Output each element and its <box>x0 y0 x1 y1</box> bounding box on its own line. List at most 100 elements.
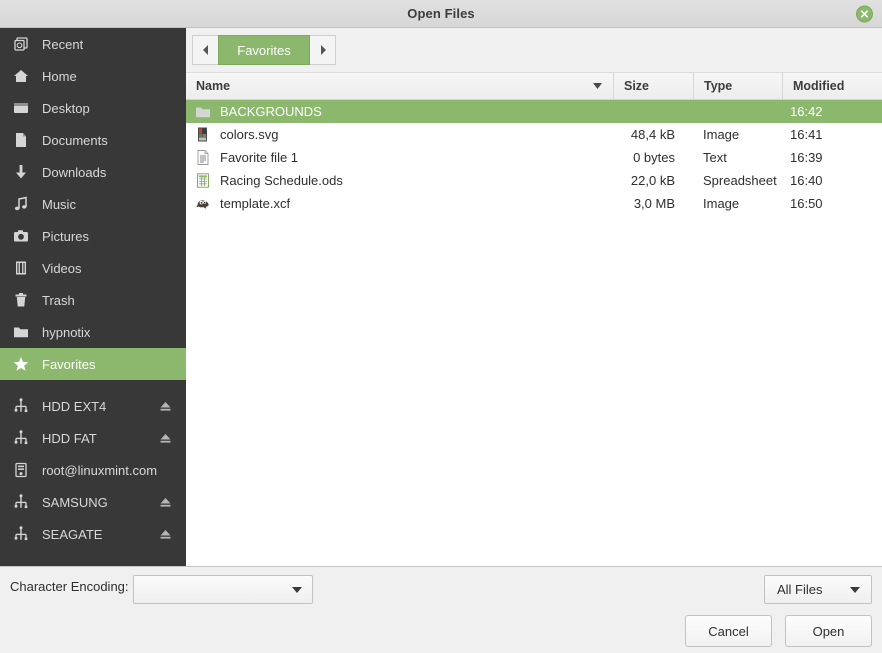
sidebar-devices-list: HDD EXT4 HDD FAT root@linuxmint.com SAMS… <box>0 390 186 550</box>
file-modified-cell: 16:39 <box>790 150 823 165</box>
camera-icon <box>14 230 28 242</box>
trash-icon <box>12 291 30 309</box>
close-button[interactable] <box>856 5 873 22</box>
file-size-cell: 0 bytes <box>633 150 675 165</box>
sidebar-item-pictures[interactable]: Pictures <box>0 220 186 252</box>
column-header-type-label: Type <box>704 79 733 93</box>
text-file-icon <box>194 150 212 166</box>
file-name-label: colors.svg <box>220 127 279 142</box>
file-type-cell: Image <box>703 127 740 142</box>
sidebar-item-samsung[interactable]: SAMSUNG <box>0 486 186 518</box>
file-size-cell: 48,4 kB <box>630 127 675 142</box>
file-name-cell: Racing Schedule.ods <box>186 173 613 189</box>
main-pane: Favorites Name Size Type Modified BACKGR… <box>186 28 882 566</box>
sidebar-item-downloads[interactable]: Downloads <box>0 156 186 188</box>
film-icon <box>16 261 26 275</box>
sidebar-item-favorites[interactable]: Favorites <box>0 348 186 380</box>
usb-drive-icon <box>12 525 30 543</box>
usb-drive-icon <box>14 430 28 445</box>
column-header-type[interactable]: Type <box>693 73 782 99</box>
desktop-icon <box>14 103 28 113</box>
usb-drive-icon <box>14 526 28 541</box>
home-icon <box>14 70 28 82</box>
caret-down-icon <box>593 83 602 89</box>
sidebar-item-root-linuxmint-com[interactable]: root@linuxmint.com <box>0 454 186 486</box>
sidebar-item-label: Documents <box>42 132 108 148</box>
file-name-label: Racing Schedule.ods <box>220 173 343 188</box>
breadcrumb-favorites[interactable]: Favorites <box>218 35 310 65</box>
eject-icon <box>160 530 171 539</box>
sidebar-item-label: Desktop <box>42 100 90 116</box>
recent-icon <box>12 35 30 53</box>
caret-down-icon <box>850 586 860 593</box>
table-row[interactable]: BACKGROUNDS 16:42 <box>186 100 882 123</box>
path-forward-button[interactable] <box>310 35 336 65</box>
eject-button[interactable] <box>159 496 172 509</box>
usb-drive-icon <box>14 494 28 509</box>
sidebar-item-hypnotix[interactable]: hypnotix <box>0 316 186 348</box>
server-icon <box>15 462 27 478</box>
column-header-modified[interactable]: Modified <box>782 73 882 99</box>
home-icon <box>12 67 30 85</box>
star-icon <box>13 357 29 371</box>
gimp-icon <box>194 196 212 212</box>
sidebar-item-label: SEAGATE <box>42 526 103 542</box>
file-filter-combo[interactable]: All Files <box>764 575 872 604</box>
column-header-size[interactable]: Size <box>613 73 693 99</box>
sidebar-item-recent[interactable]: Recent <box>0 28 186 60</box>
sidebar-item-videos[interactable]: Videos <box>0 252 186 284</box>
sidebar-item-desktop[interactable]: Desktop <box>0 92 186 124</box>
trash-icon <box>15 293 27 307</box>
file-name-label: template.xcf <box>220 196 291 211</box>
desktop-icon <box>12 99 30 117</box>
music-icon <box>12 195 30 213</box>
sidebar-item-label: Downloads <box>42 164 107 180</box>
sidebar-divider <box>0 380 186 390</box>
column-headers: Name Size Type Modified <box>186 73 882 100</box>
open-button[interactable]: Open <box>785 615 872 647</box>
table-row[interactable]: Favorite file 1 0 bytes Text 16:39 <box>186 146 882 169</box>
path-bar: Favorites <box>186 28 882 73</box>
breadcrumb-label: Favorites <box>237 42 291 58</box>
folder-icon <box>194 104 212 120</box>
window-title: Open Files <box>407 6 475 21</box>
table-row[interactable]: template.xcf 3,0 MB Image 16:50 <box>186 192 882 215</box>
sidebar-item-documents[interactable]: Documents <box>0 124 186 156</box>
file-modified-cell: 16:50 <box>790 196 823 211</box>
cancel-button[interactable]: Cancel <box>685 615 772 647</box>
file-type-cell: Image <box>703 196 740 211</box>
eject-icon <box>160 498 171 507</box>
folder-icon <box>14 327 28 338</box>
close-icon <box>860 9 869 18</box>
sidebar-item-hdd-ext4[interactable]: HDD EXT4 <box>0 390 186 422</box>
sidebar-item-hdd-fat[interactable]: HDD FAT <box>0 422 186 454</box>
sidebar-item-label: SAMSUNG <box>42 494 108 510</box>
eject-button[interactable] <box>159 432 172 445</box>
sidebar-item-trash[interactable]: Trash <box>0 284 186 316</box>
sidebar-item-label: root@linuxmint.com <box>42 462 158 478</box>
text-file-icon <box>197 150 209 165</box>
sidebar-item-label: Music <box>42 196 76 212</box>
sidebar-item-seagate[interactable]: SEAGATE <box>0 518 186 550</box>
file-list: BACKGROUNDS 16:42 colors.svg 48,4 kB Image 1… <box>186 100 882 565</box>
sidebar-item-home[interactable]: Home <box>0 60 186 92</box>
path-back-button[interactable] <box>192 35 218 65</box>
file-name-cell: BACKGROUNDS <box>186 104 613 120</box>
titlebar: Open Files <box>0 0 882 28</box>
eject-button[interactable] <box>159 400 172 413</box>
table-row[interactable]: colors.svg 48,4 kB Image 16:41 <box>186 123 882 146</box>
encoding-combo[interactable] <box>133 575 313 604</box>
folder-icon <box>196 107 210 117</box>
eject-icon <box>160 434 171 443</box>
open-files-dialog: Open Files Recent Home Desktop Documents… <box>0 0 882 653</box>
file-modified-cell: 16:42 <box>790 104 823 119</box>
usb-drive-icon <box>12 429 30 447</box>
download-icon <box>12 163 30 181</box>
sidebar-item-music[interactable]: Music <box>0 188 186 220</box>
document-icon <box>16 133 26 147</box>
eject-button[interactable] <box>159 528 172 541</box>
column-header-name[interactable]: Name <box>186 73 613 99</box>
table-row[interactable]: Racing Schedule.ods 22,0 kB Spreadsheet 16:… <box>186 169 882 192</box>
star-icon <box>12 355 30 373</box>
folder-icon <box>12 323 30 341</box>
